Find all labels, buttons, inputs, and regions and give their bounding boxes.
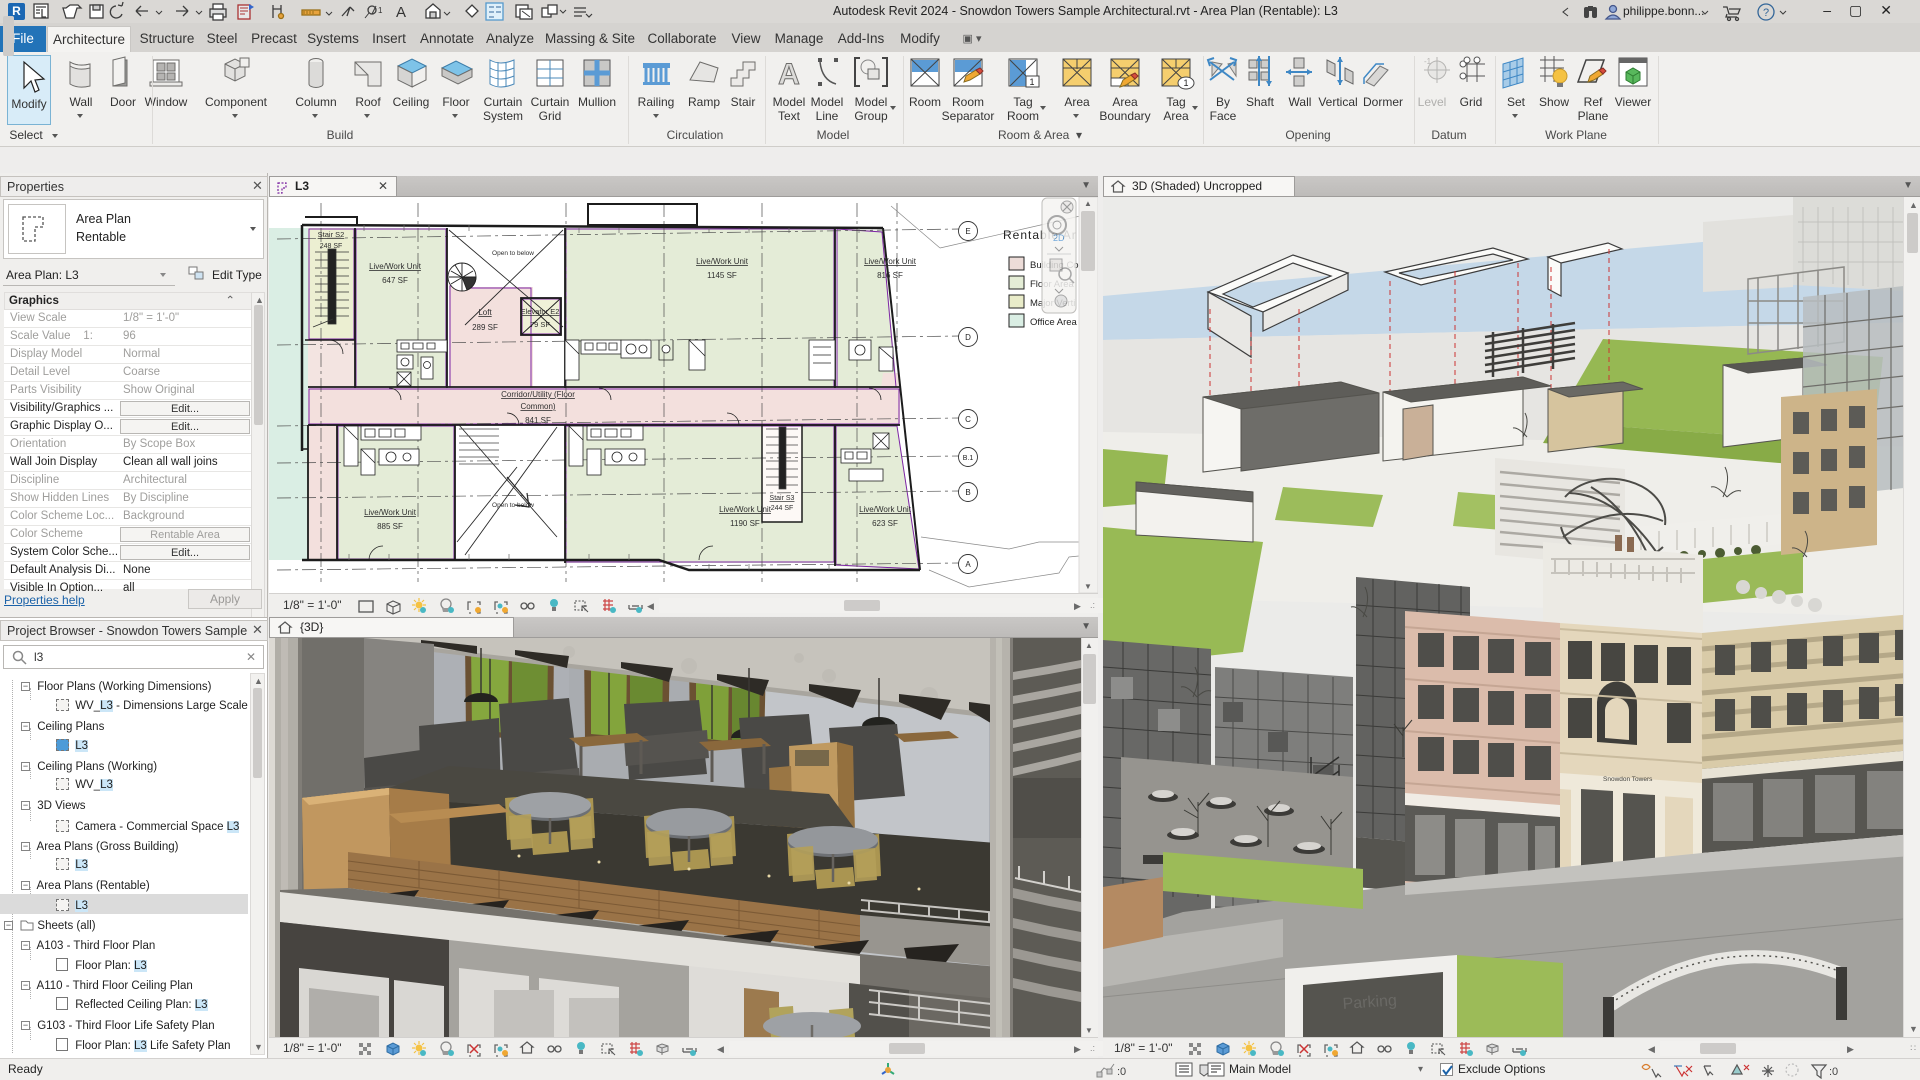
svg-text:Elevator E2: Elevator E2 [521, 307, 560, 316]
svg-text:E: E [965, 227, 970, 236]
svg-text:A: A [396, 4, 406, 21]
svg-text:Open to below: Open to below [492, 250, 534, 257]
svg-text:79 SF: 79 SF [530, 320, 550, 329]
svg-text:Office Area: Office Area [1030, 317, 1078, 328]
svg-text:▼: ▼ [1084, 582, 1092, 591]
svg-text:1: 1 [1029, 77, 1034, 87]
svg-text:D: D [965, 333, 971, 342]
svg-text:623 SF: 623 SF [872, 519, 898, 528]
svg-text:1: 1 [378, 6, 383, 15]
svg-text:Live/Work Unit: Live/Work Unit [864, 257, 917, 266]
svg-text:?: ? [1763, 7, 1769, 19]
svg-text:A: A [778, 58, 800, 91]
svg-text:Corridor/Utility (Floor: Corridor/Utility (Floor [501, 390, 575, 399]
svg-text:▲: ▲ [1085, 641, 1093, 650]
svg-text:Live/Work Unit: Live/Work Unit [369, 262, 422, 271]
svg-text:Loft: Loft [478, 308, 492, 317]
svg-text::0: :0 [1829, 1066, 1838, 1078]
svg-text:816 SF: 816 SF [877, 271, 903, 280]
svg-text:244 SF: 244 SF [771, 505, 794, 512]
svg-text::0: :0 [1117, 1066, 1126, 1078]
svg-text:Live/Work Unit: Live/Work Unit [719, 505, 772, 514]
svg-text:885 SF: 885 SF [377, 522, 403, 531]
svg-text:1190 SF: 1190 SF [730, 519, 760, 528]
svg-text:C: C [965, 415, 971, 424]
svg-text:Live/Work Unit: Live/Work Unit [364, 508, 417, 517]
svg-text:B.1: B.1 [963, 455, 974, 462]
svg-text:647 SF: 647 SF [382, 276, 408, 285]
svg-text:841 SF: 841 SF [525, 416, 551, 425]
svg-text:-1: -1 [1424, 57, 1432, 66]
svg-text:Live/Work Unit: Live/Work Unit [696, 257, 749, 266]
svg-text:A: A [965, 560, 971, 569]
svg-text:B: B [965, 488, 970, 497]
svg-text:Stair S3: Stair S3 [770, 495, 795, 502]
svg-text:Live/Work Unit: Live/Work Unit [859, 505, 912, 514]
svg-text:1: 1 [1183, 78, 1188, 88]
svg-text:▲: ▲ [1084, 199, 1092, 208]
svg-text:Stair S2: Stair S2 [318, 230, 345, 239]
svg-text:2D: 2D [1053, 233, 1065, 243]
svg-text:▼: ▼ [1085, 1026, 1093, 1035]
svg-text:Snowdon Towers: Snowdon Towers [1603, 776, 1653, 783]
svg-text:Common): Common) [520, 402, 555, 411]
svg-text:Open to below: Open to below [492, 502, 534, 509]
svg-text:1145 SF: 1145 SF [707, 271, 737, 280]
svg-text:289 SF: 289 SF [472, 323, 498, 332]
svg-text:248 SF: 248 SF [320, 243, 343, 250]
